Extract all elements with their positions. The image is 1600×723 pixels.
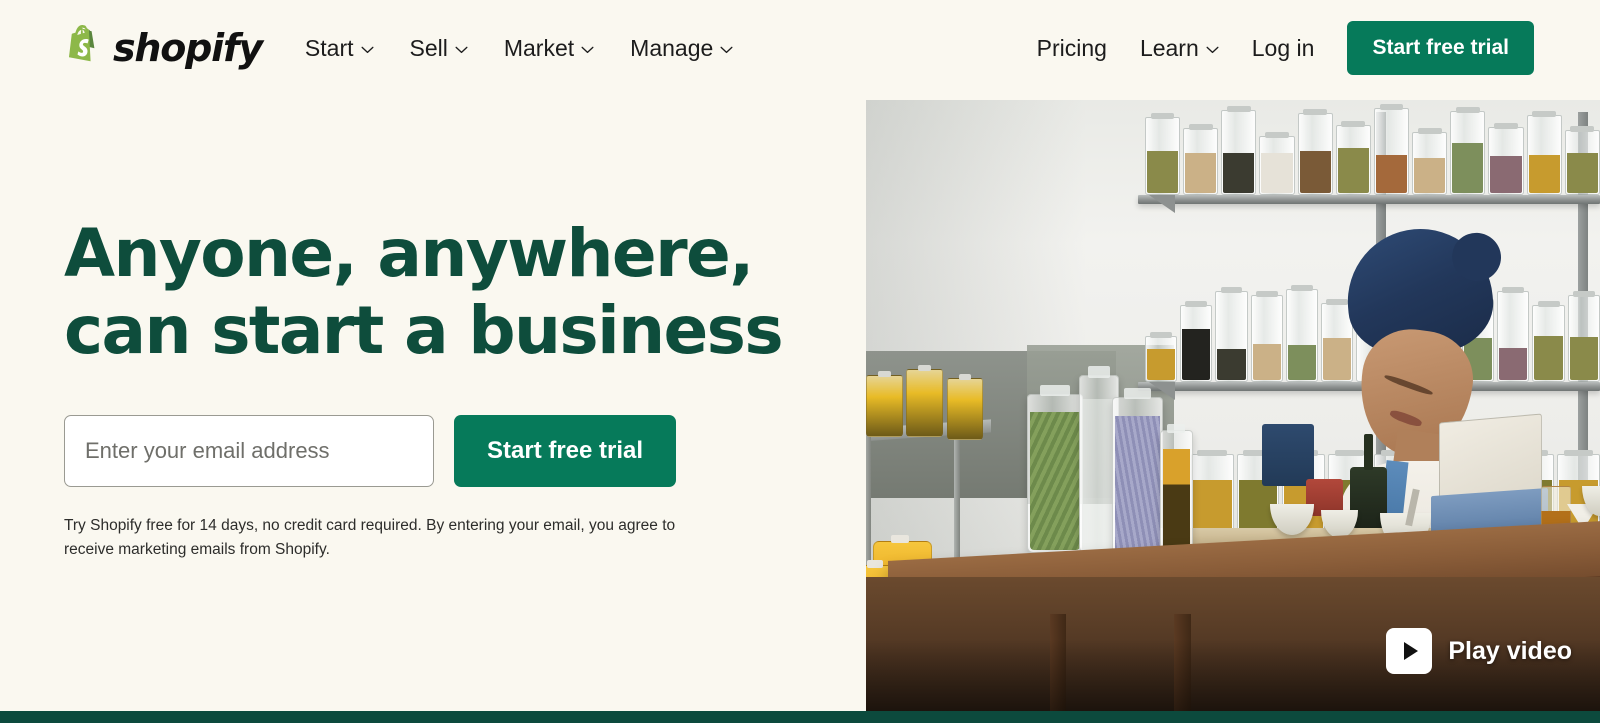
nav-item-sell[interactable]: Sell: [410, 35, 468, 62]
chevron-down-icon: [455, 46, 468, 53]
nav-start-free-trial-button[interactable]: Start free trial: [1347, 21, 1534, 75]
hero-image-panel: Play video: [866, 100, 1600, 712]
shelf-bracket: [1148, 194, 1175, 213]
play-icon-box: [1386, 628, 1433, 674]
nav-item-learn[interactable]: Learn: [1140, 35, 1219, 62]
amber-bottle: [946, 374, 984, 440]
nav-item-pricing[interactable]: Pricing: [1037, 35, 1107, 62]
chevron-down-icon: [720, 46, 733, 53]
nav-item-manage[interactable]: Manage: [630, 35, 733, 62]
lavender-jar: [1111, 388, 1164, 556]
nav-item-label: Log in: [1251, 34, 1315, 61]
headline-line-1: Anyone, anywhere,: [64, 215, 754, 292]
nav-item-start[interactable]: Start: [305, 35, 374, 62]
shopify-bag-icon: [69, 25, 95, 62]
hero-start-free-trial-button[interactable]: Start free trial: [454, 415, 677, 488]
nav-item-label: Sell: [409, 34, 448, 61]
nav-item-label: Learn: [1139, 34, 1199, 61]
nav-item-label: Market: [503, 34, 575, 61]
shopify-logo[interactable]: shopify: [64, 25, 263, 71]
hero-content: Anyone, anywhere, can start a business S…: [64, 215, 824, 562]
hero-photo: [866, 100, 1600, 712]
nav-item-label: Manage: [630, 34, 714, 61]
blue-cloth: [1262, 424, 1314, 486]
chevron-down-icon: [581, 46, 594, 53]
headline-line-2: can start a business: [64, 292, 784, 370]
play-video-button[interactable]: Play video: [1386, 628, 1572, 674]
nav-item-label: Start: [304, 34, 354, 61]
play-video-label: Play video: [1448, 636, 1572, 665]
shopify-wordmark: shopify: [113, 26, 263, 70]
bottom-accent-bar: [0, 711, 1600, 723]
amber-bottle: [866, 371, 903, 437]
signup-form: Start free trial: [64, 415, 824, 488]
primary-nav-links: Start Sell Market Manage: [305, 35, 733, 62]
hero-headline: Anyone, anywhere, can start a business: [64, 215, 824, 369]
nav-item-market[interactable]: Market: [504, 35, 594, 62]
herb-jar: [1027, 385, 1083, 553]
play-triangle-icon: [1403, 642, 1418, 660]
chevron-down-icon: [361, 46, 373, 53]
landing-page: Play video shopify Start Sell Market Man…: [0, 0, 1600, 723]
shelf-jar-row-top: [1144, 100, 1600, 195]
top-navigation: shopify Start Sell Market Manage Pricing…: [0, 0, 1600, 96]
nav-item-login[interactable]: Log in: [1252, 35, 1315, 62]
shelf-top: [1137, 194, 1600, 204]
email-input[interactable]: [64, 415, 434, 488]
signup-disclaimer: Try Shopify free for 14 days, no credit …: [64, 517, 676, 559]
nav-item-label: Pricing: [1036, 34, 1107, 61]
amber-bottle: [906, 365, 944, 437]
amber-jar: [1159, 424, 1193, 553]
secondary-nav-links: Pricing Learn Log in Start free trial: [1037, 21, 1534, 75]
chevron-down-icon: [1206, 46, 1219, 53]
